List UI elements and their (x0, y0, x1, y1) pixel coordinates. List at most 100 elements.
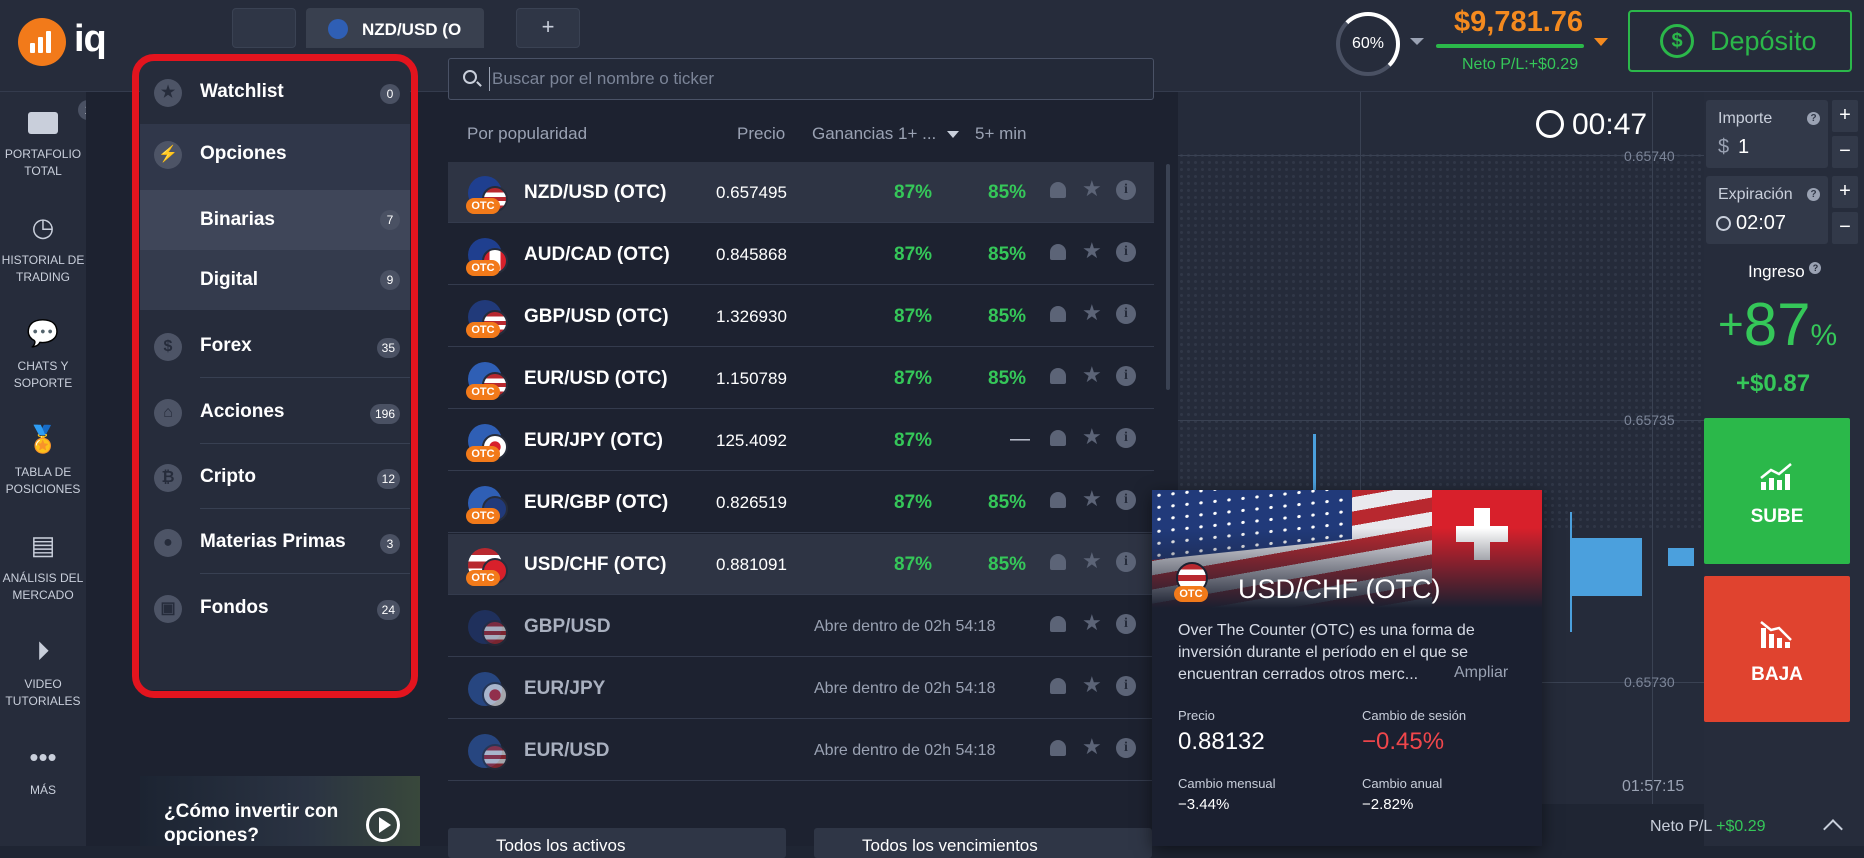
info-icon[interactable]: i (1116, 676, 1136, 696)
account-balance[interactable]: $9,781.76 (1454, 6, 1583, 39)
jpy-flag-icon (482, 682, 508, 708)
briefcase-icon: 1 (26, 100, 98, 138)
nav-portfolio[interactable]: 1 PORTAFOLIO TOTAL (0, 100, 98, 180)
info-icon[interactable]: i (1116, 614, 1136, 634)
chevron-down-icon (947, 131, 960, 139)
star-icon[interactable]: ★ (1082, 240, 1102, 262)
nav-video-tutorials[interactable]: ⏵ VIDEO TUTORIALES (0, 634, 86, 710)
help-icon[interactable]: ? (1809, 262, 1822, 274)
logo-text[interactable]: iq (74, 18, 107, 61)
otc-badge: OTC (466, 384, 500, 400)
asset-gain-5min: 85% (988, 554, 1027, 575)
star-icon[interactable]: ★ (1082, 364, 1102, 386)
info-icon[interactable]: i (1116, 490, 1136, 510)
asset-name: EUR/GBP (OTC) (524, 492, 669, 513)
gains-5min-header[interactable]: 5+ min (975, 124, 1027, 144)
info-icon[interactable]: i (1116, 552, 1136, 572)
highlight-outline (132, 54, 418, 698)
deposit-button[interactable]: $ Depósito (1628, 10, 1852, 72)
bell-icon[interactable] (1050, 244, 1066, 260)
otc-badge: OTC (466, 260, 500, 276)
chevron-down-icon[interactable] (1410, 38, 1424, 45)
star-icon[interactable]: ★ (1082, 488, 1102, 510)
expand-link[interactable]: Ampliar (1454, 664, 1508, 682)
expiration-value: 02:07 (1736, 212, 1787, 234)
put-down-button[interactable]: BAJA (1704, 576, 1850, 722)
asset-row[interactable]: OTC NZD/USD (OTC) 0.657495 87% 85% ★ i (448, 162, 1154, 223)
nav-trading-history[interactable]: ◷ HISTORIAL DE TRADING (0, 210, 86, 286)
bell-icon[interactable] (1050, 554, 1066, 570)
info-icon[interactable]: i (1116, 428, 1136, 448)
search-icon (463, 70, 477, 84)
amount-field[interactable]: Importe ? $ 1 (1706, 100, 1828, 168)
help-icon[interactable]: ? (1807, 188, 1820, 201)
help-icon[interactable]: ? (1807, 112, 1820, 125)
info-icon[interactable]: i (1116, 738, 1136, 758)
nav-more[interactable]: ••• MÁS (0, 740, 86, 799)
asset-row[interactable]: OTC EUR/JPY (OTC) 125.4092 87% — ★ i (448, 410, 1154, 471)
nav-chats-support[interactable]: 💬 CHATS Y SOPORTE (0, 316, 86, 392)
expiration-field[interactable]: Expiración ? 02:07 (1706, 176, 1828, 244)
deposit-icon: $ (1660, 24, 1694, 58)
asset-list-scrollbar[interactable] (1166, 164, 1170, 390)
balance-chevron-icon[interactable] (1594, 38, 1608, 46)
price-header[interactable]: Precio (737, 124, 785, 144)
tab-active-asset[interactable]: NZD/USD (O (306, 8, 484, 48)
asset-row[interactable]: OTC EUR/USD (OTC) 1.150789 87% 85% ★ i (448, 348, 1154, 409)
asset-row[interactable]: OTC GBP/USD (OTC) 1.326930 87% 85% ★ i (448, 286, 1154, 347)
nav-label: MÁS (29, 783, 56, 797)
star-icon[interactable]: ★ (1082, 612, 1102, 634)
neto-pl-header: Neto P/L:+$0.29 (1462, 56, 1579, 73)
amount-minus-button[interactable]: − (1832, 136, 1858, 168)
star-icon[interactable]: ★ (1082, 426, 1102, 448)
nzd-flag-icon (328, 19, 348, 39)
expiration-plus-button[interactable]: + (1832, 176, 1858, 208)
star-icon[interactable]: ★ (1082, 178, 1102, 200)
all-expirations-select[interactable]: Todos los vencimientos (814, 828, 1152, 858)
info-icon[interactable]: i (1116, 366, 1136, 386)
star-icon[interactable]: ★ (1082, 550, 1102, 572)
gains-1min-header[interactable]: Ganancias 1+ ... (812, 124, 960, 144)
bell-icon[interactable] (1050, 492, 1066, 508)
profit-percent-ring[interactable]: 60% (1336, 12, 1400, 76)
info-icon[interactable]: i (1116, 304, 1136, 324)
star-icon[interactable]: ★ (1082, 674, 1102, 696)
bell-icon[interactable] (1050, 368, 1066, 384)
layout-grid-button[interactable] (232, 8, 296, 48)
asset-row[interactable]: EUR/USD Abre dentro de 02h 54:18 ★ i (448, 720, 1154, 781)
asset-gain-1min: 87% (894, 554, 933, 575)
info-icon[interactable]: i (1116, 180, 1136, 200)
info-icon[interactable]: i (1116, 242, 1136, 262)
sort-popularity-header[interactable]: Por popularidad (467, 124, 587, 144)
asset-row[interactable]: EUR/JPY Abre dentro de 02h 54:18 ★ i (448, 658, 1154, 719)
video-tutorial-tile[interactable]: ¿Cómo invertir con opciones? (140, 776, 420, 846)
star-icon[interactable]: ★ (1082, 736, 1102, 758)
amount-plus-button[interactable]: + (1832, 100, 1858, 132)
bell-icon[interactable] (1050, 740, 1066, 756)
all-assets-select[interactable]: Todos los activos (448, 828, 786, 858)
add-tab-button[interactable]: + (516, 8, 580, 48)
put-down-label: BAJA (1751, 664, 1803, 685)
bell-icon[interactable] (1050, 616, 1066, 632)
asset-gain-1min: 87% (894, 306, 933, 327)
asset-row[interactable]: GBP/USD Abre dentro de 02h 54:18 ★ i (448, 596, 1154, 657)
call-up-button[interactable]: SUBE (1704, 418, 1850, 564)
search-input[interactable] (489, 67, 1129, 91)
logo-icon[interactable] (18, 18, 66, 66)
asset-row[interactable]: OTC USD/CHF (OTC) 0.881091 87% 85% ★ i (448, 534, 1154, 595)
star-icon[interactable]: ★ (1082, 302, 1102, 324)
income-label-text: Ingreso (1748, 262, 1805, 281)
asset-row[interactable]: OTC EUR/GBP (OTC) 0.826519 87% 85% ★ i (448, 472, 1154, 533)
bell-icon[interactable] (1050, 182, 1066, 198)
balance-bar (1436, 44, 1584, 48)
bell-icon[interactable] (1050, 306, 1066, 322)
play-icon[interactable] (366, 808, 400, 842)
asset-list: OTC NZD/USD (OTC) 0.657495 87% 85% ★ i OT… (448, 162, 1154, 802)
bell-icon[interactable] (1050, 678, 1066, 694)
expiration-minus-button[interactable]: − (1832, 212, 1858, 244)
card-title: USD/CHF (OTC) (1238, 574, 1441, 604)
nav-market-analysis[interactable]: ▤ ANÁLISIS DEL MERCADO (0, 528, 86, 604)
nav-leaderboard[interactable]: 🏅 TABLA DE POSICIONES (0, 422, 86, 498)
asset-row[interactable]: OTC AUD/CAD (OTC) 0.845868 87% 85% ★ i (448, 224, 1154, 285)
bell-icon[interactable] (1050, 430, 1066, 446)
